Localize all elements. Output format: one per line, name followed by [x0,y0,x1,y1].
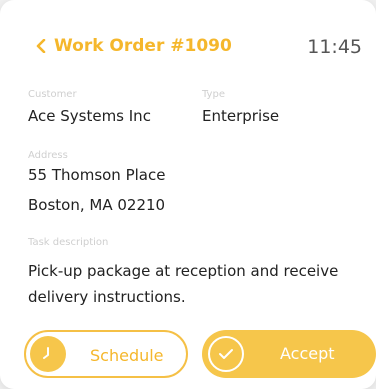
card-header: Work Order #1090 11:45 [14,36,362,64]
address-line-2: Boston, MA 02210 [28,196,166,214]
check-circle-icon [208,336,244,372]
schedule-button[interactable]: Schedule [24,330,188,378]
time-label: 11:45 [307,36,362,58]
address-label: Address [28,150,68,161]
type-value: Enterprise [202,107,280,125]
back-button[interactable]: Work Order #1090 [36,36,232,56]
work-order-title: Work Order #1090 [54,36,232,56]
address-line-1: 55 Thomson Place [28,166,166,184]
clock-icon [30,336,66,372]
customer-label: Customer [28,89,77,100]
chevron-left-icon [36,39,46,53]
schedule-label: Schedule [90,346,164,365]
work-order-card: Work Order #1090 11:45 Customer Ace Syst… [0,0,376,389]
type-label: Type [202,89,225,100]
accept-button[interactable]: Accept [202,330,376,378]
task-description-line-2: delivery instructions. [28,288,186,306]
customer-value: Ace Systems Inc [28,107,151,125]
task-description-line-1: Pick-up package at reception and receive [28,262,339,280]
task-description-label: Task description [28,237,109,248]
accept-label: Accept [280,344,335,363]
